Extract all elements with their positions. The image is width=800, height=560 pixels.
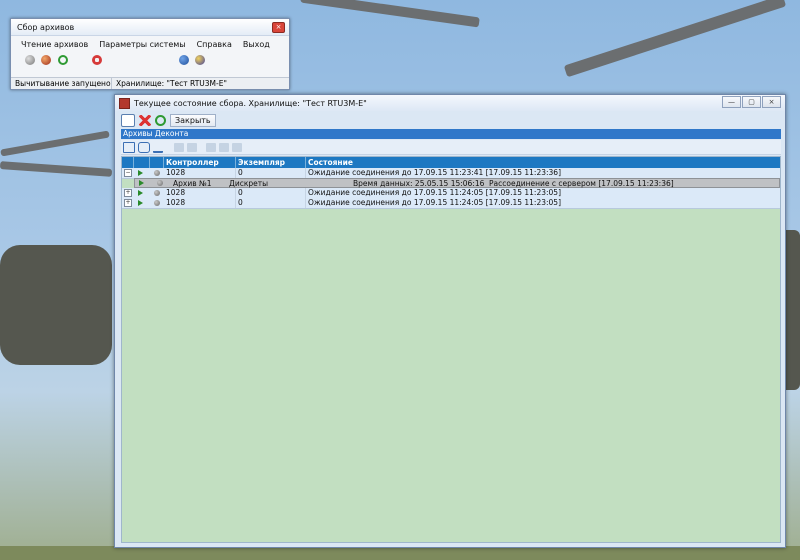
cell-state: Ожидание соединения до 17.09.15 11:24:05… — [308, 198, 561, 207]
key-icon[interactable] — [195, 55, 205, 65]
window-icon[interactable] — [121, 113, 135, 127]
expander-toggle[interactable]: − — [124, 169, 132, 177]
main-toolbar: Закрыть — [121, 113, 779, 127]
disconnect-icon[interactable] — [92, 55, 102, 65]
maximize-button[interactable]: ▢ — [742, 96, 761, 108]
menu-system-params[interactable]: Параметры системы — [99, 40, 185, 52]
play-arrow-icon — [138, 190, 143, 196]
small-window-titlebar: Сбор архивов — [11, 19, 289, 36]
cell-instance: 0 — [236, 168, 306, 178]
connect-icon[interactable] — [179, 55, 189, 65]
play-icon[interactable] — [174, 142, 184, 152]
window-controls: — ▢ × — [722, 96, 781, 108]
col-instance[interactable]: Экземпляр — [236, 157, 306, 168]
expander-toggle[interactable]: + — [124, 199, 132, 207]
menu-bar: Чтение архивов Параметры системы Справка… — [11, 36, 289, 52]
refresh-icon[interactable] — [155, 114, 166, 126]
menu-help[interactable]: Справка — [197, 40, 232, 52]
cell-instance: 0 — [236, 188, 306, 198]
header-dot — [150, 157, 164, 168]
col-controller[interactable]: Контроллер — [164, 157, 236, 168]
archive-grid: Контроллер Экземпляр Состояние − 1028 0 … — [121, 156, 781, 543]
cell-controller: 1028 — [164, 198, 236, 208]
sub-data-time: Время данных: 25.05.15 15:06:16 — [353, 179, 485, 188]
play-arrow-icon — [139, 180, 144, 186]
cell-instance: 0 — [236, 198, 306, 208]
status-storage: Хранилище: "Тест RTU3M-E" — [116, 79, 227, 88]
archive-sub-row[interactable]: Архив №1 Дискреты Время данных: 25.05.15… — [134, 178, 780, 188]
stop-icon[interactable] — [25, 55, 35, 65]
header-play — [134, 157, 150, 168]
refresh-icon[interactable] — [58, 55, 68, 65]
status-dot-icon — [154, 190, 160, 196]
link-icon[interactable] — [138, 141, 150, 153]
collection-status-window: Текущее состояние сбора. Хранилище: "Тес… — [114, 94, 786, 548]
small-window-close-button[interactable]: × — [272, 22, 285, 33]
window-close-button[interactable]: × — [762, 96, 781, 108]
close-button[interactable]: Закрыть — [170, 113, 216, 127]
minimize-button[interactable]: — — [722, 96, 741, 108]
cell-controller: 1028 — [164, 188, 236, 198]
small-toolbar — [11, 52, 289, 70]
col-state[interactable]: Состояние — [306, 157, 780, 168]
table-row[interactable]: + 1028 0 Ожидание соединения до 17.09.15… — [122, 198, 780, 209]
archive-collector-window: Сбор архивов × Чтение архивов Параметры … — [10, 18, 290, 90]
filter-down-icon[interactable] — [219, 142, 229, 152]
cell-controller: 1028 — [164, 168, 236, 178]
cell-state: Ожидание соединения до 17.09.15 11:23:41… — [308, 168, 561, 177]
play-arrow-icon — [138, 200, 143, 206]
play-arrow-icon — [138, 170, 143, 176]
status-dot-icon — [154, 170, 160, 176]
collapse-icon[interactable] — [153, 142, 163, 153]
status-reading: Вычитывание запущено — [11, 78, 112, 89]
tree-icon[interactable] — [123, 141, 135, 153]
delete-icon[interactable] — [139, 114, 151, 126]
sub-archive: Архив №1 — [173, 179, 212, 188]
filter-icon[interactable] — [206, 142, 216, 152]
app-icon — [119, 97, 130, 109]
small-window-title: Сбор архивов — [17, 22, 75, 32]
status-dot-icon — [154, 200, 160, 206]
sub-disconnect: Рассоединение с сервером [17.09.15 11:23… — [489, 179, 674, 188]
stop-icon[interactable] — [187, 142, 197, 152]
filter-up-icon[interactable] — [232, 142, 242, 152]
status-dot-icon — [157, 180, 163, 186]
small-status-bar: Вычитывание запущено Хранилище: "Тест RT… — [11, 77, 289, 89]
header-expander — [122, 157, 134, 168]
grid-header: Контроллер Экземпляр Состояние — [122, 157, 780, 168]
menu-exit[interactable]: Выход — [243, 40, 270, 52]
expander-toggle[interactable]: + — [124, 189, 132, 197]
main-window-titlebar: Текущее состояние сбора. Хранилище: "Тес… — [115, 95, 785, 111]
grid-toolbar — [121, 140, 781, 155]
panel-title: Архивы Деконта — [121, 129, 781, 139]
menu-read-archives[interactable]: Чтение архивов — [21, 40, 88, 52]
main-window-title: Текущее состояние сбора. Хранилище: "Тес… — [134, 98, 367, 108]
cell-state: Ожидание соединения до 17.09.15 11:24:05… — [308, 188, 561, 197]
pause-icon[interactable] — [41, 55, 51, 65]
sub-type: Дискреты — [229, 179, 269, 188]
